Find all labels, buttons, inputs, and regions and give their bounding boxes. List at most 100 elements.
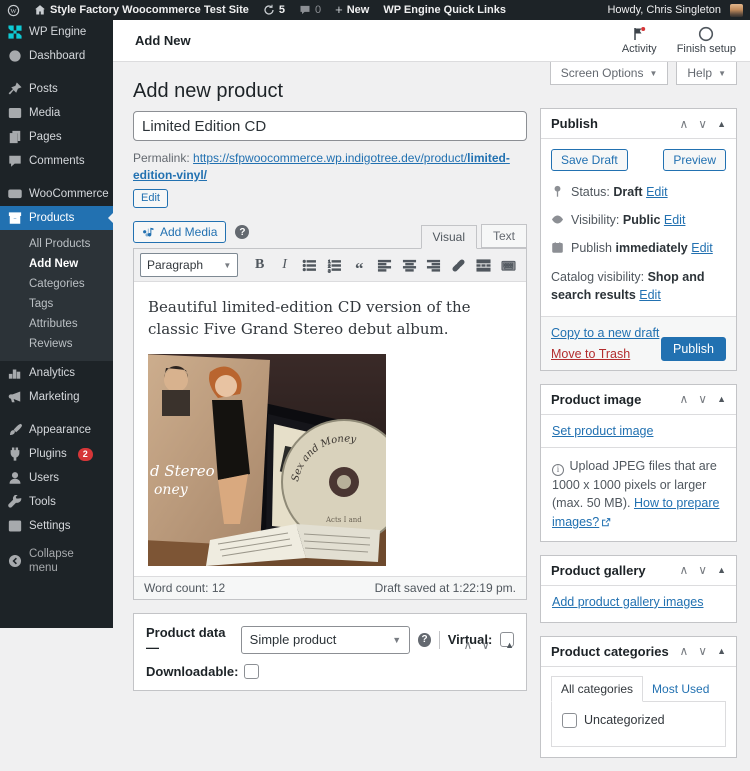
screen-options-tab[interactable]: Screen Options ▼	[549, 62, 669, 85]
screen-options-label: Screen Options	[560, 66, 644, 80]
toggle-panel-icon[interactable]: ▲	[717, 565, 726, 575]
sidebar-item-appearance[interactable]: Appearance	[0, 418, 113, 442]
order-down-icon[interactable]: ∨	[481, 638, 490, 652]
order-up-icon[interactable]: ∧	[463, 638, 472, 652]
set-product-image-link[interactable]: Set product image	[552, 424, 653, 438]
activity-button[interactable]: Activity	[622, 26, 657, 55]
editor-area: Add Media ? Visual Text Paragraph ▼ B I	[133, 221, 527, 600]
product-categories-box-header[interactable]: Product categories ∧ ∨ ▲	[541, 637, 736, 667]
move-to-trash-link[interactable]: Move to Trash	[551, 347, 659, 361]
sidebar-item-wp-engine[interactable]: WP Engine	[0, 20, 113, 44]
add-media-button[interactable]: Add Media	[133, 221, 227, 244]
toggle-panel-icon[interactable]: ▲	[717, 119, 726, 129]
toggle-panel-icon[interactable]: ▲	[505, 640, 514, 650]
product-gallery-box-header[interactable]: Product gallery ∧ ∨ ▲	[541, 556, 736, 586]
bulleted-list-button[interactable]	[298, 253, 321, 277]
site-menu[interactable]: Style Factory Woocommerce Test Site	[27, 0, 256, 20]
numbered-list-button[interactable]: 123	[323, 253, 346, 277]
sidebar-item-settings[interactable]: Settings	[0, 514, 113, 538]
comments-menu[interactable]: 0	[292, 0, 328, 20]
updates-menu[interactable]: 5	[256, 0, 292, 20]
product-title-input[interactable]	[133, 111, 527, 141]
toggle-panel-icon[interactable]: ▲	[717, 646, 726, 656]
edit-status-link[interactable]: Edit	[646, 185, 668, 199]
order-up-icon[interactable]: ∧	[679, 563, 688, 577]
product-image-box-header[interactable]: Product image ∧ ∨ ▲	[541, 385, 736, 415]
sidebar-item-comments[interactable]: Comments	[0, 149, 113, 173]
submenu-add-new[interactable]: Add New	[0, 254, 113, 274]
sidebar-item-media[interactable]: Media	[0, 101, 113, 125]
categories-list-panel: Uncategorized	[551, 700, 726, 747]
insert-link-button[interactable]	[447, 253, 470, 277]
visual-tab[interactable]: Visual	[420, 225, 477, 250]
align-left-icon	[377, 259, 391, 272]
read-more-icon	[476, 259, 491, 272]
toggle-panel-icon[interactable]: ▲	[717, 394, 726, 404]
all-categories-tab[interactable]: All categories	[551, 675, 644, 702]
order-up-icon[interactable]: ∧	[679, 392, 688, 406]
finish-setup-button[interactable]: Finish setup	[677, 26, 736, 55]
bold-button[interactable]: B	[248, 253, 271, 277]
sidebar-item-woocommerce[interactable]: WooCommerce	[0, 182, 113, 206]
product-type-select[interactable]: Simple product ▼	[240, 625, 411, 654]
align-right-button[interactable]	[422, 253, 445, 277]
submenu-attributes[interactable]: Attributes	[0, 314, 113, 334]
edit-visibility-link[interactable]: Edit	[664, 213, 686, 227]
sidebar-item-pages[interactable]: Pages	[0, 125, 113, 149]
sidebar-item-users[interactable]: Users	[0, 466, 113, 490]
sidebar-item-products[interactable]: Products	[0, 206, 113, 230]
collapse-menu-button[interactable]: Collapse menu	[0, 542, 113, 580]
preview-button[interactable]: Preview	[663, 149, 726, 171]
sidebar-item-dashboard[interactable]: Dashboard	[0, 44, 113, 68]
permalink-edit-button[interactable]: Edit	[133, 188, 168, 209]
cd-product-photo[interactable]: and Money Sex and Money Acts I and	[148, 353, 386, 566]
sidebar-item-label: WP Engine	[29, 26, 87, 38]
visibility-value: Public	[622, 212, 661, 227]
paragraph-format-select[interactable]: Paragraph ▼	[140, 253, 239, 278]
sidebar-item-posts[interactable]: Posts	[0, 77, 113, 101]
save-draft-button[interactable]: Save Draft	[551, 149, 628, 171]
edit-publish-time-link[interactable]: Edit	[691, 241, 713, 255]
product-type-help-icon[interactable]: ?	[418, 632, 431, 647]
submenu-categories[interactable]: Categories	[0, 274, 113, 294]
read-more-button[interactable]	[472, 253, 495, 277]
add-media-label: Add Media	[160, 225, 218, 240]
sidebar-item-tools[interactable]: Tools	[0, 490, 113, 514]
order-down-icon[interactable]: ∨	[698, 644, 707, 658]
most-used-tab[interactable]: Most Used	[643, 677, 718, 701]
align-left-button[interactable]	[373, 253, 396, 277]
new-menu[interactable]: + New	[328, 0, 376, 20]
editor-help-icon[interactable]: ?	[235, 225, 250, 240]
order-down-icon[interactable]: ∨	[698, 563, 707, 577]
italic-button[interactable]: I	[273, 253, 296, 277]
wpengine-quick-links[interactable]: WP Engine Quick Links	[376, 0, 513, 20]
order-down-icon[interactable]: ∨	[698, 392, 707, 406]
permalink-url-link[interactable]: https://sfpwoocommerce.wp.indigotree.dev…	[133, 151, 510, 182]
add-product-gallery-images-link[interactable]: Add product gallery images	[552, 595, 703, 609]
edit-catalog-visibility-link[interactable]: Edit	[639, 288, 661, 302]
sidebar-item-plugins[interactable]: Plugins 2	[0, 442, 113, 466]
products-submenu: All Products Add New Categories Tags Att…	[0, 230, 113, 361]
toolbar-toggle-button[interactable]	[497, 253, 520, 277]
copy-to-new-draft-link[interactable]: Copy to a new draft	[551, 326, 659, 340]
help-tab[interactable]: Help ▼	[676, 62, 737, 85]
editor-content[interactable]: Beautiful limited-edition CD version of …	[134, 282, 526, 576]
submenu-tags[interactable]: Tags	[0, 294, 113, 314]
text-tab[interactable]: Text	[480, 224, 527, 249]
sidebar-item-analytics[interactable]: Analytics	[0, 361, 113, 385]
align-center-button[interactable]	[398, 253, 421, 277]
order-up-icon[interactable]: ∧	[679, 644, 688, 658]
submenu-all-products[interactable]: All Products	[0, 234, 113, 254]
keyboard-icon	[501, 260, 516, 271]
uncategorized-checkbox[interactable]	[562, 712, 577, 728]
order-up-icon[interactable]: ∧	[679, 117, 688, 131]
publish-box-header[interactable]: Publish ∧ ∨ ▲	[541, 109, 736, 139]
order-down-icon[interactable]: ∨	[698, 117, 707, 131]
downloadable-checkbox[interactable]	[244, 663, 260, 679]
account-menu[interactable]: Howdy, Chris Singleton	[600, 3, 750, 17]
publish-button[interactable]: Publish	[661, 336, 726, 361]
submenu-reviews[interactable]: Reviews	[0, 334, 113, 354]
blockquote-button[interactable]: “	[348, 253, 371, 277]
wordpress-menu[interactable]: W	[0, 0, 27, 20]
sidebar-item-marketing[interactable]: Marketing	[0, 385, 113, 409]
